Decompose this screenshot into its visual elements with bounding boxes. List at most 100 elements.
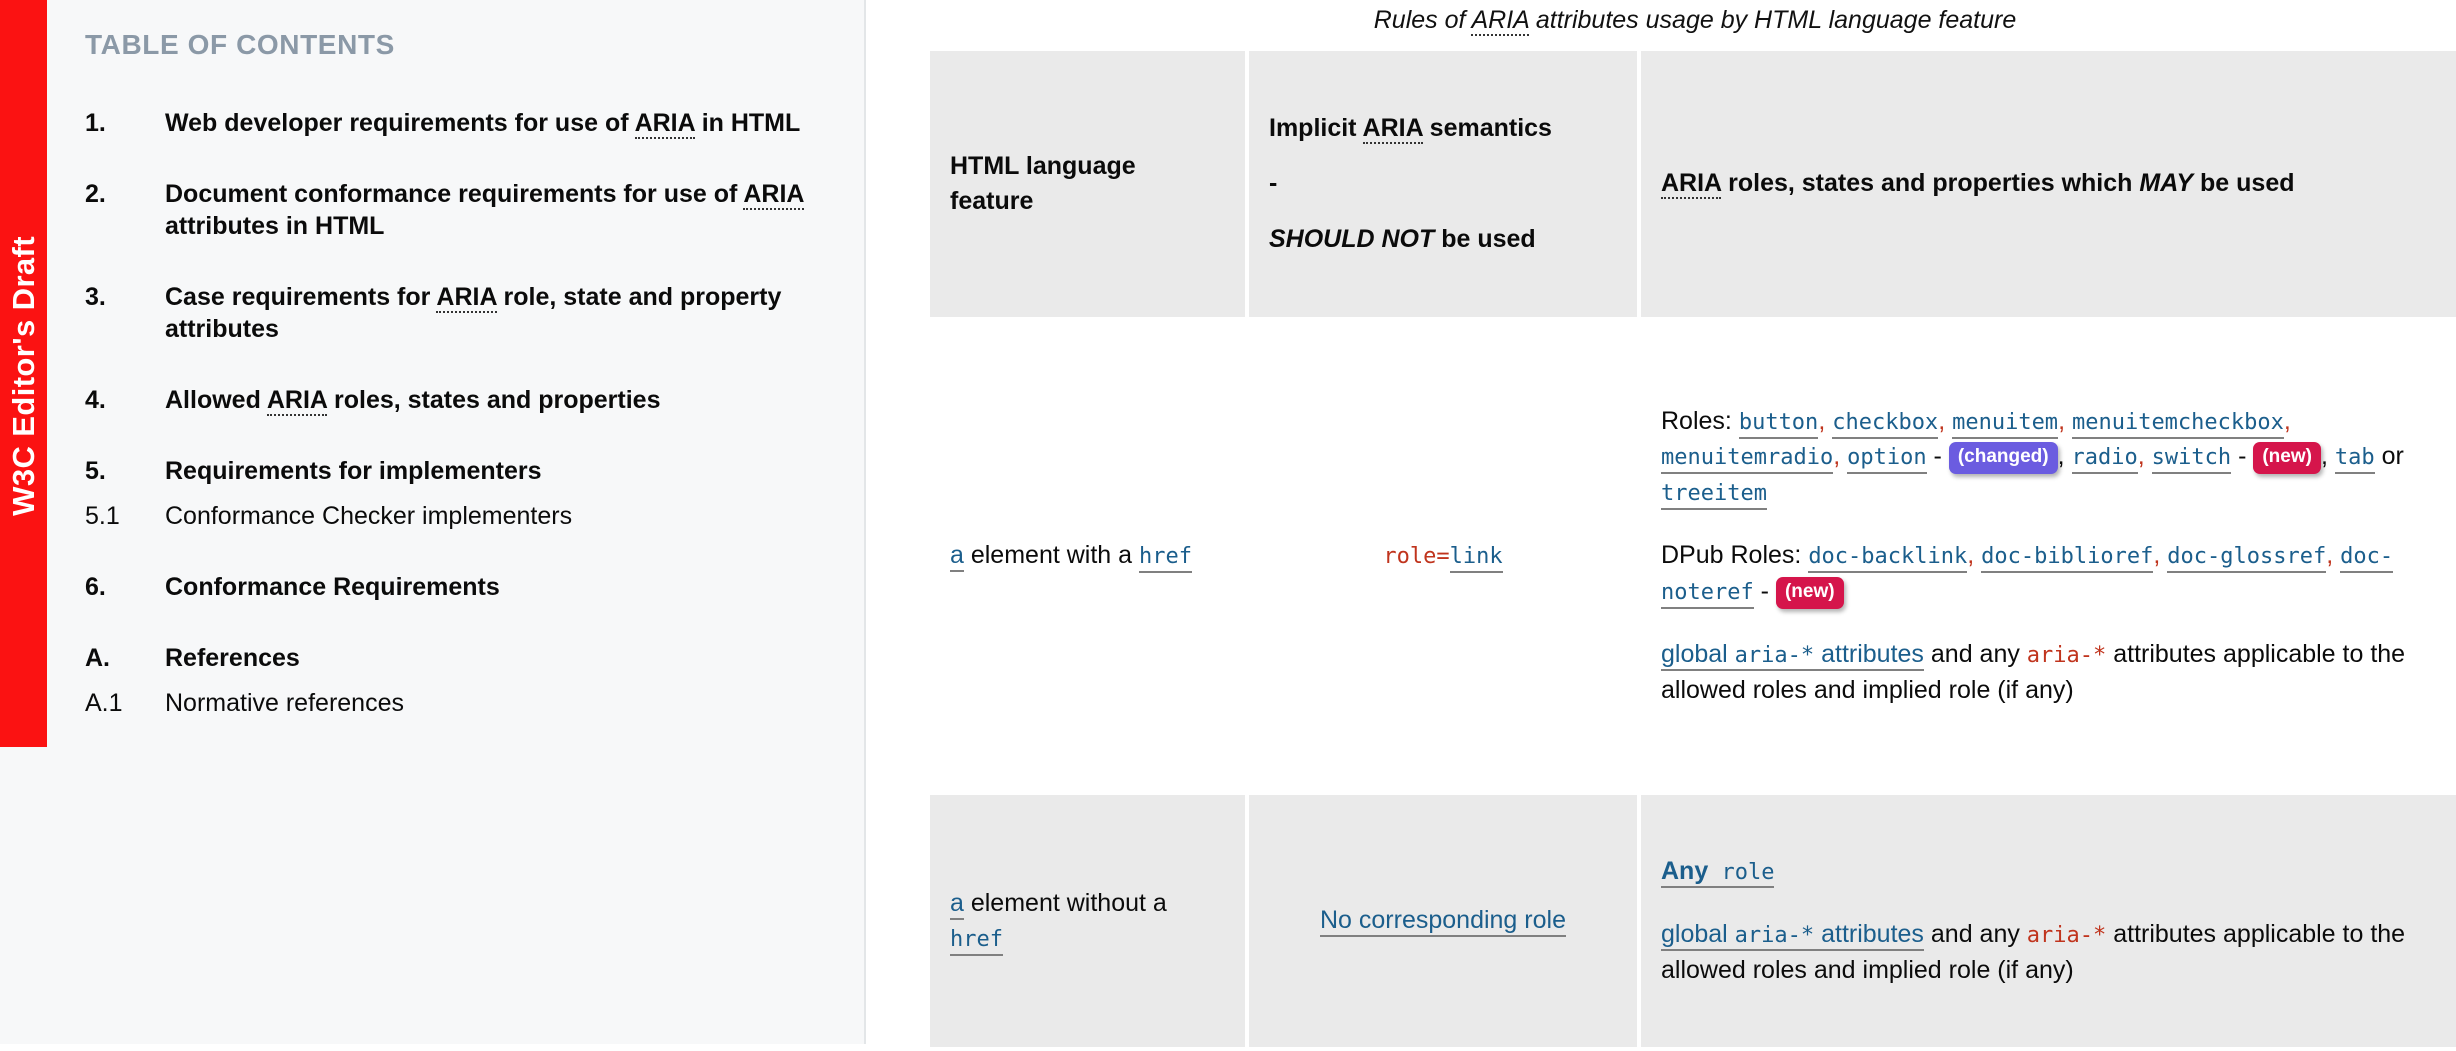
global-link-post: attributes: [1814, 920, 1924, 949]
toc-item-5-1-label[interactable]: Conformance Checker implementers: [165, 500, 805, 532]
toc-item-4[interactable]: 4. Allowed ARIA roles, states and proper…: [85, 384, 834, 416]
aria-rules-table: HTML language feature Implicit ARIA sema…: [926, 47, 2456, 1051]
separator: ,: [1938, 406, 1946, 435]
separator: ,: [2153, 541, 2161, 570]
toc-item-a[interactable]: A. References: [85, 642, 834, 674]
dpub-role-doc-backlink[interactable]: doc-backlink: [1808, 544, 1968, 574]
link-role-link[interactable]: link: [1449, 544, 1503, 574]
link-any-role[interactable]: Any role: [1661, 856, 1775, 888]
toc-item-a-1-label[interactable]: Normative references: [165, 687, 805, 719]
dpub-role-doc-glossref[interactable]: doc-glossref: [2167, 544, 2327, 574]
table-of-contents: TABLE OF CONTENTS 1. Web developer requi…: [0, 0, 864, 719]
table-row: a element with a href role=link Roles: b…: [930, 321, 2456, 791]
toc-item-1-label[interactable]: Web developer requirements for use of AR…: [165, 107, 805, 139]
global-link-code: aria-*: [1734, 923, 1815, 949]
global-link-pre: global: [1661, 640, 1735, 669]
paragraph-any-role: Any role: [1661, 854, 2452, 890]
separator: ,: [2320, 442, 2328, 471]
link-no-corresponding-role[interactable]: No corresponding role: [1320, 906, 1566, 938]
toc-item-5[interactable]: 5. Requirements for implementers: [85, 455, 834, 487]
header-spacer: [1269, 146, 1617, 166]
separator: ,: [2326, 541, 2334, 570]
emphasis-may: MAY: [2139, 169, 2194, 198]
global-code-aria: aria-*: [2026, 923, 2107, 949]
dash: -: [2231, 442, 2247, 471]
table-row: a element without a href No correspondin…: [930, 795, 2456, 1047]
global-link-post: attributes: [1814, 640, 1924, 669]
table-header-row: HTML language feature Implicit ARIA sema…: [930, 51, 2456, 317]
separator: ,: [2137, 442, 2145, 471]
toc-item-3-label[interactable]: Case requirements for ARIA role, state a…: [165, 281, 805, 345]
abbr-aria: ARIA: [266, 386, 328, 416]
abbr-aria: ARIA: [1362, 113, 1423, 144]
toc-item-6[interactable]: 6. Conformance Requirements: [85, 571, 834, 603]
editors-draft-status-bar: W3C Editor's Draft: [0, 0, 47, 747]
role-menuitemradio[interactable]: menuitemradio: [1661, 445, 1834, 475]
toc-spacer: [85, 674, 834, 687]
role-radio[interactable]: radio: [2071, 445, 2138, 475]
feature-text: element without a: [963, 888, 1167, 917]
table-caption: Rules of ARIA attributes usage by HTML l…: [1373, 6, 2017, 36]
editors-draft-label: W3C Editor's Draft: [5, 236, 41, 516]
paragraph-dpub-roles: DPub Roles: doc-backlink, doc-biblioref,…: [1661, 538, 2452, 609]
link-a-element[interactable]: a: [950, 888, 964, 920]
abbr-aria: ARIA: [634, 109, 695, 139]
toc-item-6-label[interactable]: Conformance Requirements: [165, 571, 805, 603]
implicit-role-prefix: role=: [1383, 544, 1450, 570]
role-tab[interactable]: tab: [2334, 445, 2375, 475]
link-global-aria-attributes[interactable]: global aria-* attributes: [1661, 920, 1924, 952]
toc-spacer: [85, 139, 834, 178]
role-checkbox[interactable]: checkbox: [1832, 409, 1939, 439]
toc-item-1[interactable]: 1. Web developer requirements for use of…: [85, 107, 834, 139]
role-button[interactable]: button: [1738, 409, 1819, 439]
role-option[interactable]: option: [1847, 445, 1927, 475]
link-global-aria-attributes[interactable]: global aria-* attributes: [1661, 640, 1924, 672]
toc-item-6-number: 6.: [85, 573, 106, 601]
any-role-bold: Any: [1661, 856, 1709, 885]
header-line-implicit: Implicit ARIA semantics: [1269, 113, 1552, 144]
any-role-code: role: [1708, 859, 1775, 885]
separator: ,: [1833, 442, 1841, 471]
toc-item-3[interactable]: 3. Case requirements for ARIA role, stat…: [85, 281, 834, 345]
dpub-role-doc-biblioref[interactable]: doc-biblioref: [1981, 544, 2154, 574]
link-href-attribute[interactable]: href: [1139, 544, 1192, 574]
separator: ,: [1967, 541, 1975, 570]
abbr-aria: ARIA: [1471, 6, 1529, 36]
toc-spacer: [85, 487, 834, 500]
toc-item-5-1[interactable]: 5.1 Conformance Checker implementers: [85, 500, 834, 532]
separator: ,: [2057, 442, 2065, 471]
column-header-aria-roles-states-properties: ARIA roles, states and properties which …: [1641, 51, 2456, 317]
separator: ,: [2058, 406, 2066, 435]
toc-spacer: [85, 603, 834, 642]
toc-item-5-label[interactable]: Requirements for implementers: [165, 455, 805, 487]
toc-item-a-1[interactable]: A.1 Normative references: [85, 687, 834, 719]
column-header-implicit-aria-semantics: Implicit ARIA semantics - SHOULD NOT be …: [1249, 51, 1637, 317]
toc-item-4-label[interactable]: Allowed ARIA roles, states and propertie…: [165, 384, 805, 416]
toc-item-2[interactable]: 2. Document conformance requirements for…: [85, 178, 834, 242]
badge-new: (new): [2253, 442, 2321, 475]
sidebar: W3C Editor's Draft TABLE OF CONTENTS 1. …: [0, 0, 866, 1044]
paragraph-roles: Roles: button, checkbox, menuitem, menui…: [1661, 404, 2452, 511]
link-href-attribute[interactable]: href: [950, 927, 1003, 956]
cell-feature-a-with-href: a element with a href: [930, 321, 1245, 791]
separator: ,: [1818, 406, 1826, 435]
role-menuitem[interactable]: menuitem: [1952, 409, 2059, 439]
paragraph-global-aria: global aria-* attributes and any aria-* …: [1661, 917, 2452, 988]
link-a-element[interactable]: a: [950, 541, 964, 573]
toc-item-4-number: 4.: [85, 386, 106, 414]
toc-item-2-label[interactable]: Document conformance requirements for us…: [165, 178, 805, 242]
dpub-roles-label: DPub Roles:: [1661, 541, 1802, 570]
page-root: W3C Editor's Draft TABLE OF CONTENTS 1. …: [0, 0, 2456, 1047]
abbr-aria: ARIA: [436, 283, 497, 313]
toc-item-a-label[interactable]: References: [165, 642, 805, 674]
dash: -: [1926, 442, 1942, 471]
role-switch[interactable]: switch: [2151, 445, 2232, 475]
role-treeitem[interactable]: treeitem: [1661, 480, 1767, 510]
dash: -: [1753, 576, 1769, 605]
role-menuitemcheckbox[interactable]: menuitemcheckbox: [2071, 409, 2284, 439]
cell-implicit-role-link: role=link: [1249, 321, 1637, 791]
toc-spacer: [85, 416, 834, 455]
global-link-pre: global: [1661, 920, 1735, 949]
toc-item-5-1-number: 5.1: [85, 502, 120, 530]
roles-label: Roles:: [1661, 406, 1732, 435]
